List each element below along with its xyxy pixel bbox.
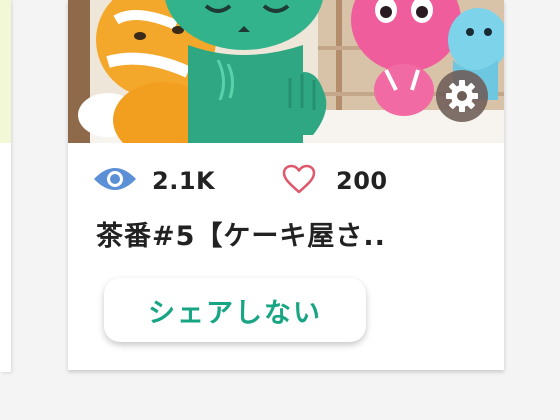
- video-thumbnail[interactable]: [68, 0, 504, 143]
- views-stat: 2.1K: [92, 165, 282, 197]
- share-toggle-button[interactable]: シェアしない: [104, 278, 366, 342]
- settings-button[interactable]: [436, 70, 488, 122]
- likes-stat[interactable]: 200: [282, 164, 388, 198]
- cartoon-cats-image: [68, 0, 504, 143]
- gear-icon: [444, 78, 480, 114]
- views-count: 2.1K: [152, 167, 216, 195]
- likes-count: 200: [336, 167, 388, 195]
- eye-icon: [92, 165, 138, 197]
- video-title[interactable]: 茶番#5【ケーキ屋さ..: [96, 214, 496, 253]
- screen: 2.1K 200 茶番#5【ケーキ屋さ.. シェアしない: [0, 0, 560, 420]
- stats-row: 2.1K 200: [92, 164, 388, 198]
- heart-outline-icon[interactable]: [282, 164, 316, 198]
- adjacent-card[interactable]: [0, 0, 11, 372]
- adjacent-card-thumbnail[interactable]: [0, 0, 11, 143]
- video-card[interactable]: 2.1K 200 茶番#5【ケーキ屋さ.. シェアしない: [68, 0, 504, 370]
